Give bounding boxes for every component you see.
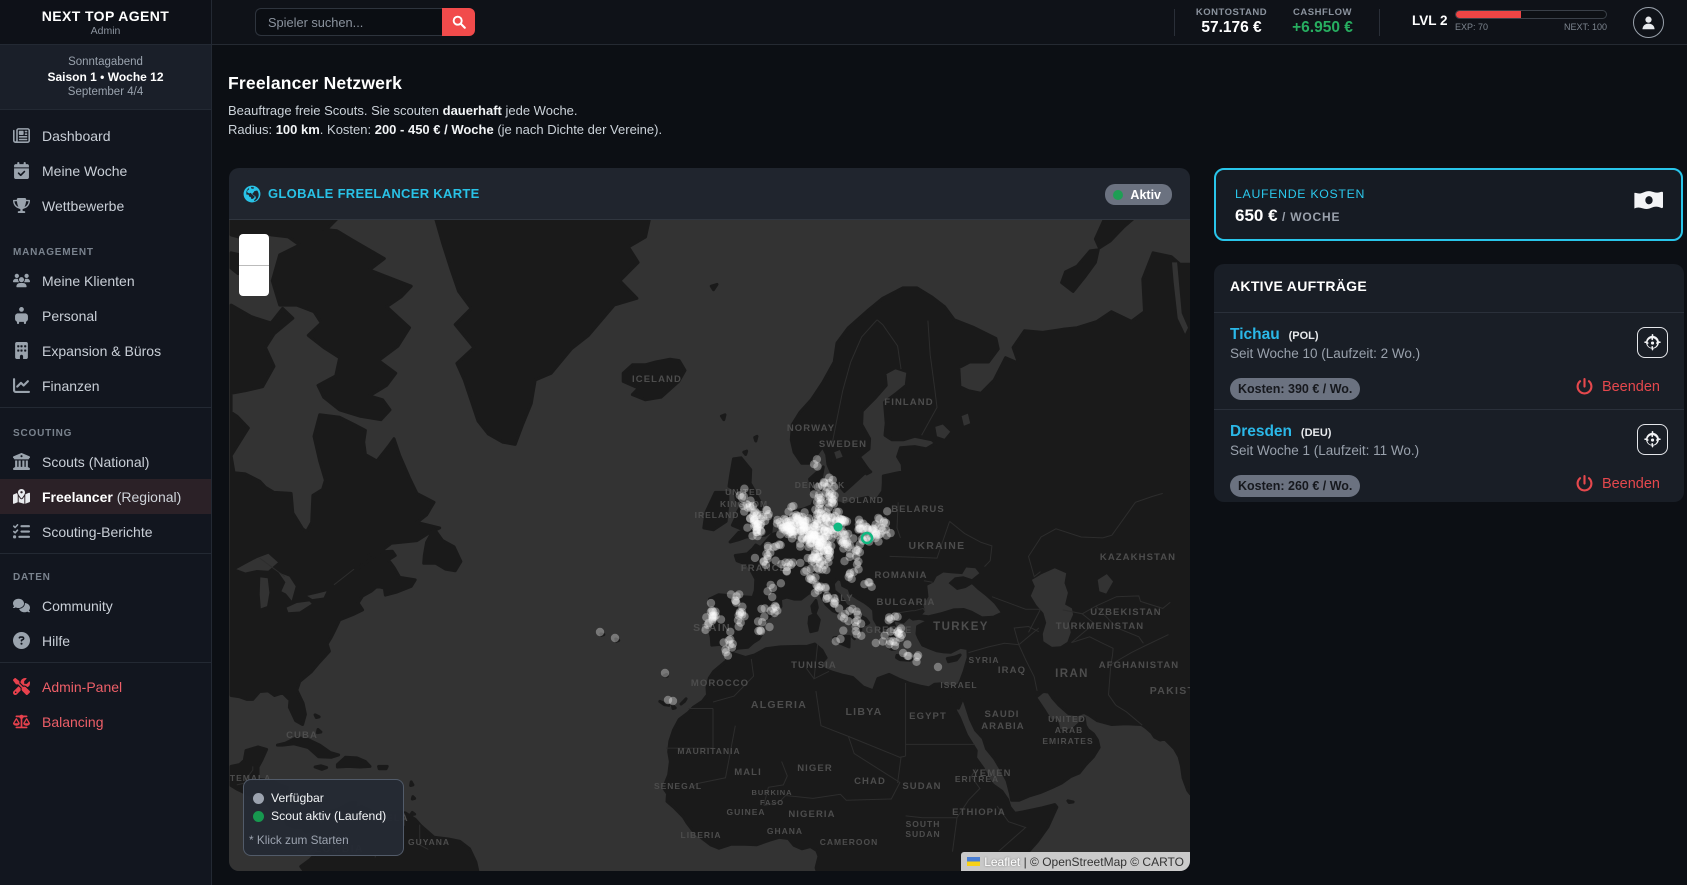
svg-text:FASO: FASO: [760, 798, 784, 807]
svg-text:GUINEA: GUINEA: [726, 807, 765, 817]
svg-text:SYRIA: SYRIA: [969, 655, 1000, 665]
svg-text:BURKINA: BURKINA: [752, 788, 793, 797]
svg-text:SUDAN: SUDAN: [905, 829, 940, 839]
svg-text:ISRAEL: ISRAEL: [940, 680, 977, 690]
svg-text:IRAQ: IRAQ: [998, 665, 1026, 676]
svg-text:GHANA: GHANA: [767, 826, 803, 836]
svg-text:EMIRATES: EMIRATES: [1042, 736, 1093, 746]
svg-text:NIGERIA: NIGERIA: [788, 809, 835, 820]
svg-text:LIBYA: LIBYA: [845, 706, 882, 718]
svg-text:UNITED: UNITED: [1048, 714, 1086, 724]
svg-text:UZBEKISTAN: UZBEKISTAN: [1090, 607, 1162, 618]
svg-text:GUYANA: GUYANA: [408, 837, 450, 847]
svg-text:KAZAKHSTAN: KAZAKHSTAN: [1100, 552, 1176, 563]
svg-text:ICELAND: ICELAND: [632, 374, 682, 385]
svg-text:MALI: MALI: [734, 767, 762, 778]
svg-text:ETHIOPIA: ETHIOPIA: [952, 807, 1006, 818]
svg-text:MOROCCO: MOROCCO: [691, 678, 749, 689]
svg-text:NORWAY: NORWAY: [787, 423, 835, 434]
svg-text:LIBERIA: LIBERIA: [681, 830, 722, 840]
svg-text:UKRAINE: UKRAINE: [909, 540, 966, 552]
svg-text:BULGARIA: BULGARIA: [877, 597, 936, 608]
svg-text:MAURITANIA: MAURITANIA: [677, 746, 740, 756]
svg-text:SUDAN: SUDAN: [902, 781, 941, 792]
svg-text:CHAD: CHAD: [854, 776, 886, 787]
svg-text:PAKISTAN: PAKISTAN: [1150, 685, 1190, 697]
svg-text:TURKEY: TURKEY: [933, 621, 989, 633]
svg-text:SAUDI: SAUDI: [984, 709, 1019, 720]
svg-text:POLAND: POLAND: [842, 495, 884, 505]
svg-text:ROMANIA: ROMANIA: [874, 570, 927, 581]
svg-text:NIGER: NIGER: [797, 763, 833, 774]
svg-text:IRAN: IRAN: [1055, 668, 1089, 680]
svg-text:SWEDEN: SWEDEN: [819, 439, 867, 450]
svg-text:ARABIA: ARABIA: [981, 721, 1025, 732]
svg-text:CAMEROON: CAMEROON: [820, 837, 879, 847]
svg-text:AFGHANISTAN: AFGHANISTAN: [1099, 660, 1180, 671]
svg-text:ERITREA: ERITREA: [955, 774, 999, 784]
svg-text:EGYPT: EGYPT: [909, 711, 947, 722]
svg-text:ARAB: ARAB: [1055, 725, 1084, 735]
svg-text:SOUTH: SOUTH: [906, 819, 941, 829]
svg-text:FINLAND: FINLAND: [884, 397, 933, 408]
svg-text:IRELAND: IRELAND: [695, 510, 740, 520]
svg-text:TURKMENISTAN: TURKMENISTAN: [1056, 621, 1145, 632]
svg-text:SENEGAL: SENEGAL: [654, 781, 702, 791]
svg-text:BELARUS: BELARUS: [891, 504, 945, 515]
svg-text:TUNISIA: TUNISIA: [791, 660, 837, 671]
svg-text:ALGERIA: ALGERIA: [751, 699, 807, 711]
svg-text:CUBA: CUBA: [286, 730, 318, 741]
